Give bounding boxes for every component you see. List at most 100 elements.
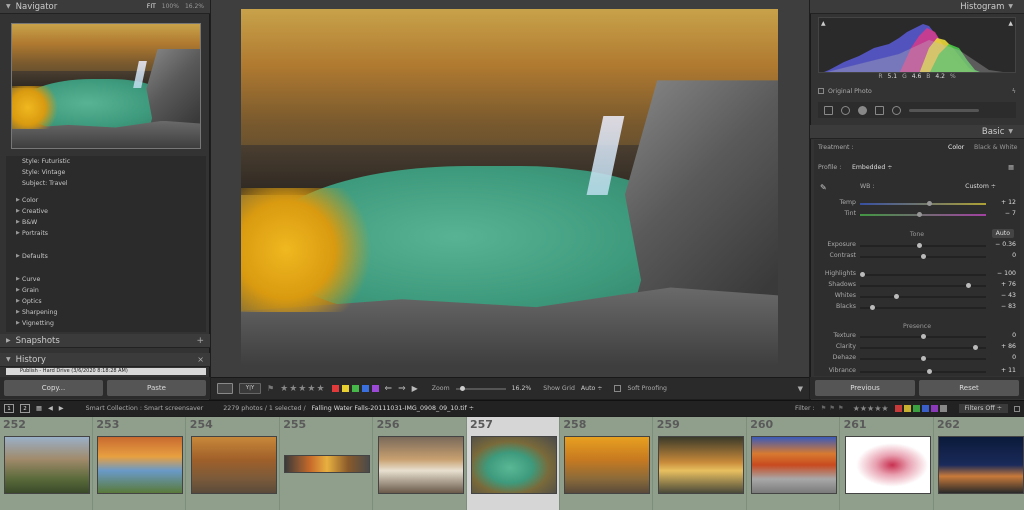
preset-group-grain[interactable]: ▶ Grain [6, 285, 206, 296]
preset-group-sharpening[interactable]: ▶ Sharpening [6, 307, 206, 318]
preset-group-optics[interactable]: ▶ Optics [6, 296, 206, 307]
auto-tone-button[interactable]: Auto [991, 229, 1014, 238]
slider-track[interactable] [860, 272, 986, 277]
basic-header[interactable]: Basic ▼ [810, 125, 1024, 139]
reset-button[interactable]: Reset [919, 380, 1019, 396]
forward-arrow-icon[interactable]: ▶ [59, 405, 64, 412]
slider-knob[interactable] [916, 212, 922, 217]
history-item[interactable]: Publish - Hard Drive (3/6/2020 8:18:28 A… [6, 368, 206, 375]
profile-select[interactable]: Embedded ÷ [852, 164, 892, 171]
slider-value[interactable]: + 12 [1001, 199, 1016, 206]
slider-value[interactable]: − 100 [997, 270, 1016, 277]
slider-knob[interactable] [920, 356, 926, 361]
slider-track[interactable] [860, 334, 986, 339]
slider-knob[interactable] [926, 201, 932, 206]
photo-thumbnail[interactable] [190, 436, 277, 494]
radial-filter-icon[interactable] [892, 105, 901, 115]
label-red[interactable] [331, 385, 339, 392]
lock-icon[interactable] [1014, 405, 1020, 412]
highlight-clip-icon[interactable]: ▲ [1008, 20, 1013, 27]
zoom-custom-option[interactable]: 16.2% [185, 3, 204, 10]
filter-blue[interactable] [921, 405, 929, 412]
secondary-window-button[interactable]: 2 [20, 404, 30, 413]
preset-subject-travel[interactable]: Subject: Travel [6, 178, 206, 189]
profile-browser-icon[interactable]: ▦ [1008, 164, 1014, 171]
label-yellow[interactable] [341, 385, 349, 392]
back-arrow-icon[interactable]: ◀ [48, 405, 53, 412]
photo-thumbnail[interactable] [471, 436, 557, 494]
photo-thumbnail[interactable] [377, 436, 464, 494]
snapshots-header[interactable]: ▶ Snapshots + [0, 334, 210, 348]
slider-value[interactable]: 0 [1012, 332, 1016, 339]
clear-history-button[interactable]: × [197, 355, 204, 364]
copy-settings-button[interactable]: Copy... [4, 380, 103, 396]
zoom-slider-knob[interactable] [459, 385, 465, 391]
filter-gray[interactable] [939, 405, 947, 412]
slider-track[interactable] [860, 243, 986, 248]
filmstrip-cell[interactable]: 253 [93, 417, 187, 510]
slider-value[interactable]: 0 [1012, 252, 1016, 259]
soft-proofing-checkbox[interactable] [614, 385, 622, 392]
eyedropper-icon[interactable]: ✎ [820, 183, 827, 192]
loupe-view-button[interactable] [217, 383, 233, 394]
filmstrip-cell[interactable]: 256 [374, 417, 467, 510]
graduated-filter-icon[interactable] [875, 105, 884, 115]
flag-icon[interactable]: ⚑ [267, 384, 274, 393]
treatment-bw-option[interactable]: Black & White [974, 144, 1018, 151]
photo-thumbnail[interactable] [751, 436, 838, 494]
slider-track[interactable] [860, 283, 986, 288]
filter-purple[interactable] [930, 405, 938, 412]
slider-track[interactable] [860, 305, 986, 310]
before-after-button[interactable]: Y|Y [239, 383, 261, 394]
wb-select[interactable]: Custom ÷ [965, 183, 996, 190]
filter-green[interactable] [912, 405, 920, 412]
toolbar-menu-icon[interactable]: ▼ [798, 385, 803, 393]
next-arrow-icon[interactable]: ⇒ [398, 384, 406, 394]
slider-track[interactable] [860, 294, 986, 299]
grid-icon[interactable]: ▦ [36, 405, 42, 412]
label-green[interactable] [351, 385, 359, 392]
filmstrip-cell[interactable]: 262 [934, 417, 1024, 510]
slider-value[interactable]: − 83 [1001, 303, 1016, 310]
slider-knob[interactable] [972, 345, 978, 350]
photo-thumbnail[interactable] [657, 436, 744, 494]
preset-group-creative[interactable]: ▶ Creative [6, 206, 206, 217]
treatment-color-option[interactable]: Color [948, 144, 964, 151]
filmstrip-cell[interactable]: 258 [560, 417, 654, 510]
play-icon[interactable]: ▶ [412, 384, 418, 393]
slider-value[interactable]: − 0.36 [995, 241, 1016, 248]
label-blue[interactable] [361, 385, 369, 392]
zoom-fit-option[interactable]: FIT [147, 3, 156, 10]
slider-value[interactable]: + 11 [1001, 367, 1016, 374]
slider-knob[interactable] [893, 294, 899, 299]
slider-track[interactable] [860, 201, 986, 206]
main-window-button[interactable]: 1 [4, 404, 14, 413]
preset-group-portraits[interactable]: ▶ Portraits [6, 228, 206, 239]
label-purple[interactable] [371, 385, 379, 392]
spot-removal-icon[interactable] [841, 105, 850, 115]
filter-red[interactable] [894, 405, 902, 412]
photo-thumbnail[interactable] [844, 436, 931, 494]
slider-track[interactable] [860, 369, 986, 374]
slider-track[interactable] [860, 356, 986, 361]
add-snapshot-button[interactable]: + [196, 336, 204, 346]
slider-value[interactable]: + 86 [1001, 343, 1016, 350]
collapse-triangle-icon[interactable]: ▼ [1008, 3, 1013, 10]
previous-button[interactable]: Previous [815, 380, 915, 396]
filmstrip-cell[interactable]: 252 [0, 417, 93, 510]
zoom-100-option[interactable]: 100% [162, 3, 179, 10]
original-photo-checkbox[interactable] [818, 88, 824, 94]
collapse-triangle-icon[interactable]: ▼ [6, 356, 11, 363]
photo-thumbnail[interactable] [938, 436, 1024, 494]
navigator-header[interactable]: ▼ Navigator FIT 100% 16.2% [0, 0, 210, 14]
histogram-header[interactable]: Histogram ▼ [810, 0, 1024, 14]
zoom-slider[interactable] [455, 385, 506, 391]
smart-preview-icon[interactable]: ϟ [1012, 88, 1016, 95]
preset-group-defaults[interactable]: ▶ Defaults [6, 251, 206, 262]
source-label[interactable]: Smart Collection : Smart screensaver [86, 405, 204, 412]
shadow-clip-icon[interactable]: ▲ [821, 20, 826, 27]
filter-stars[interactable]: ★★★★★ [853, 404, 889, 413]
slider-knob[interactable] [920, 334, 926, 339]
history-header[interactable]: ▼ History × [0, 353, 210, 367]
slider-track[interactable] [860, 254, 986, 259]
